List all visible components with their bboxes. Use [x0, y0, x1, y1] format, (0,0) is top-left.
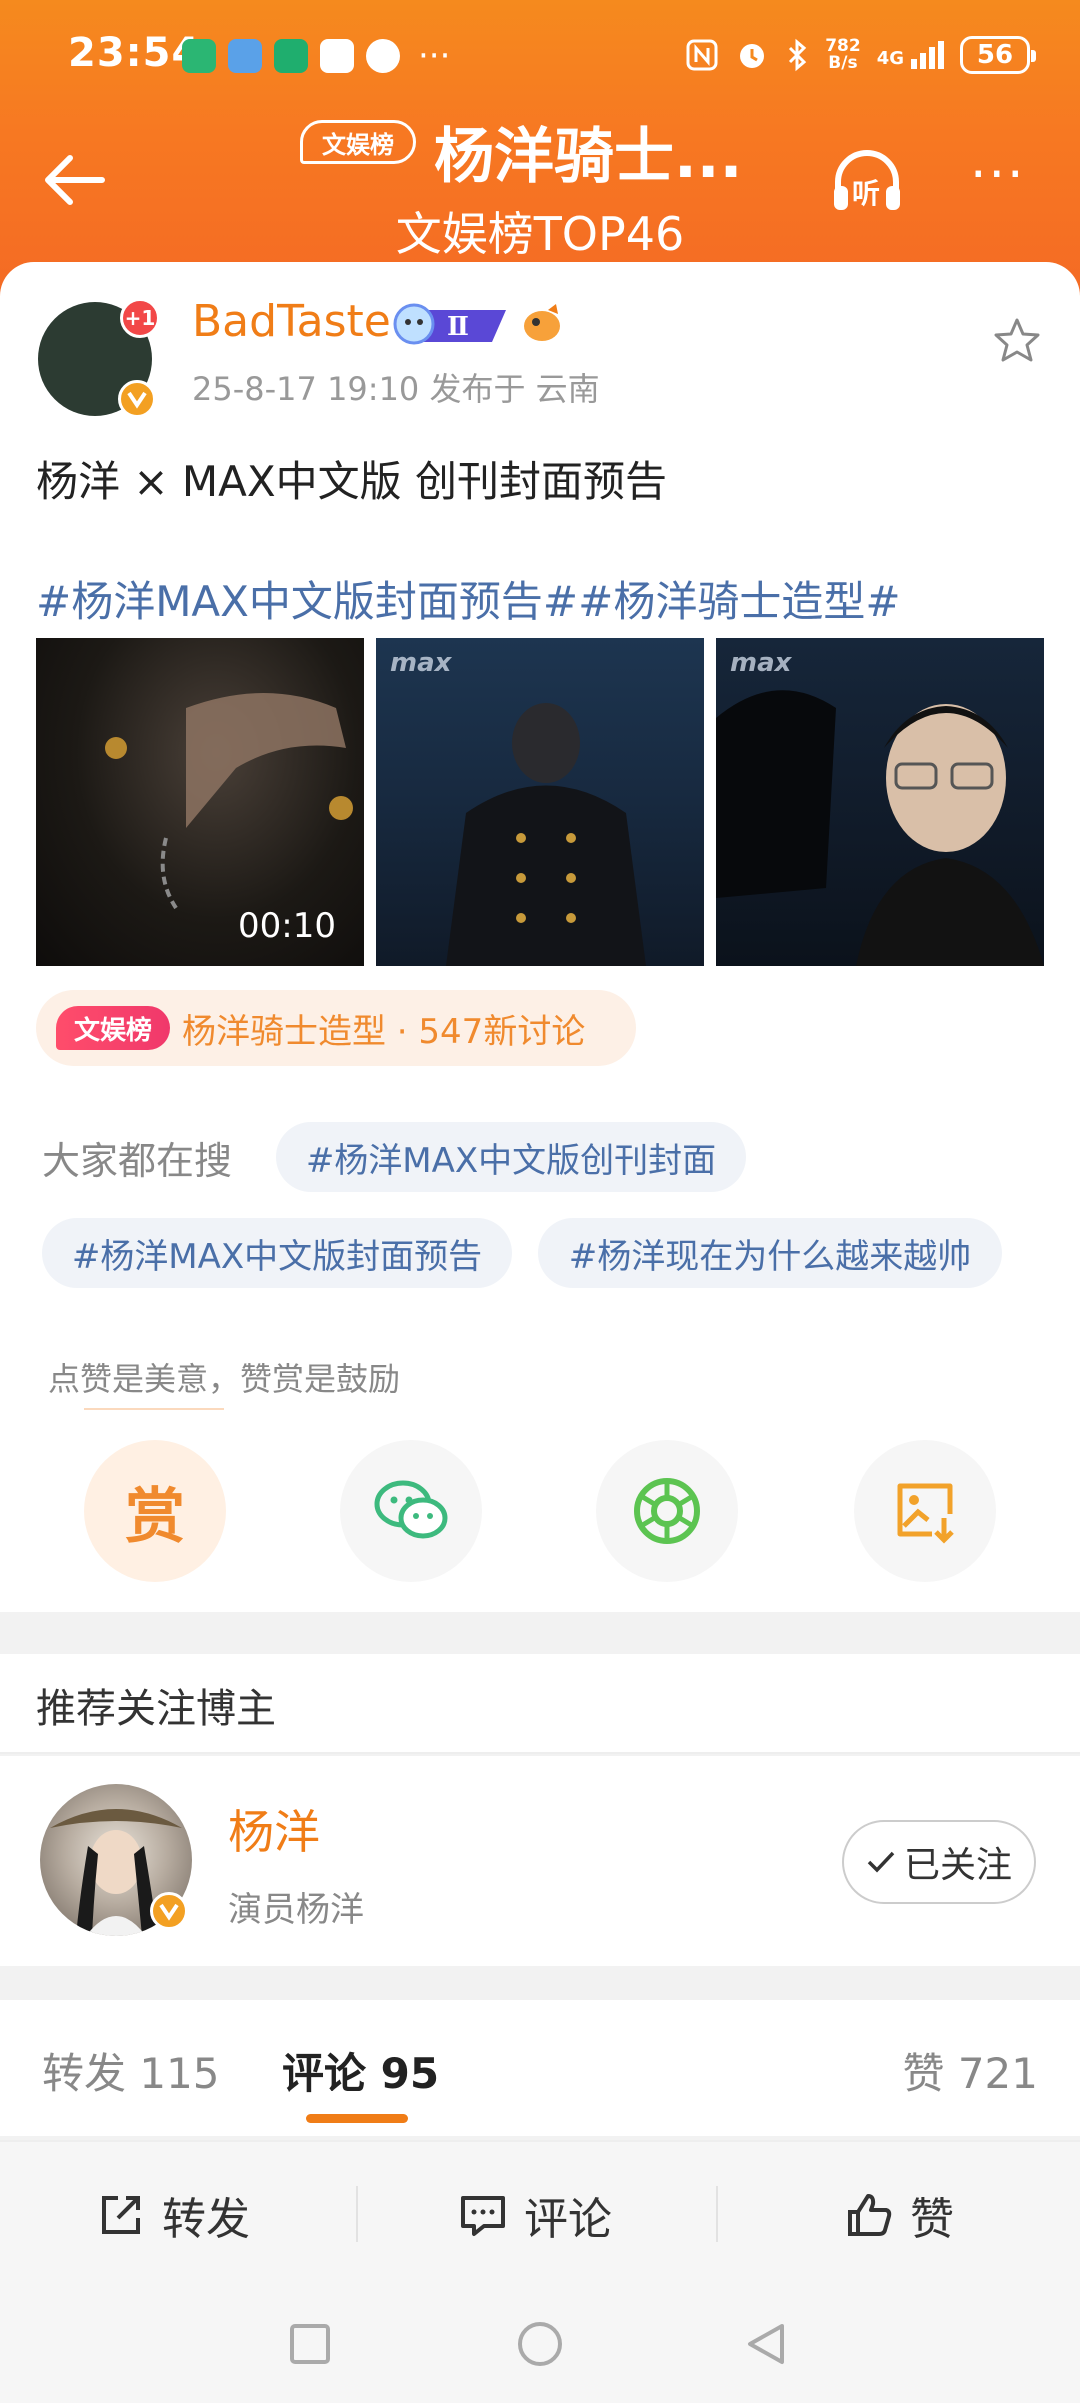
tab-like[interactable]: 赞 721	[902, 2040, 1038, 2101]
recent-apps-icon[interactable]	[288, 2322, 332, 2366]
more-options-icon[interactable]: ···	[970, 149, 1040, 201]
post-hashtags[interactable]: #杨洋MAX中文版封面预告##杨洋骑士造型#	[36, 568, 901, 629]
followed-button[interactable]: 已关注	[842, 1820, 1036, 1904]
check-icon	[867, 1851, 895, 1873]
post-image-2[interactable]: max	[376, 638, 704, 966]
search-label: 大家都在搜	[42, 1139, 233, 1183]
signal-icon: 4G	[877, 41, 944, 69]
notification-badge: +1	[120, 298, 160, 338]
video-duration: 00:10	[238, 906, 336, 946]
repost-label: 转发	[162, 2194, 250, 2245]
wechat-icon	[374, 1480, 448, 1539]
topic-text: 杨洋骑士造型 · 547新讨论	[182, 1011, 586, 1052]
portrait-illustration	[716, 690, 1044, 966]
reward-label: 赏	[125, 1481, 185, 1552]
moments-aperture-icon	[634, 1478, 700, 1544]
verified-icon	[118, 380, 156, 418]
save-image-icon	[897, 1483, 954, 1544]
fish-emoji-icon	[524, 304, 560, 341]
page-subtitle[interactable]: 文娱榜TOP46	[0, 198, 1080, 264]
system-icons: 782 B/s 4G 56	[685, 30, 1036, 80]
back-nav-icon[interactable]	[744, 2322, 788, 2366]
max-logo: max	[390, 648, 452, 678]
blogger-description: 演员杨洋	[228, 1890, 364, 1930]
verified-icon	[150, 1892, 188, 1930]
app-icon-camera	[320, 39, 354, 73]
reward-hint: 点赞是美意，赞赏是鼓励	[48, 1360, 401, 1398]
active-tab-indicator	[306, 2114, 408, 2123]
share-moments-button[interactable]	[596, 1440, 738, 1582]
status-bar: 23:54 ··· 782 B/s 4G 56	[0, 0, 1080, 110]
listen-label: 听	[852, 177, 881, 210]
search-chip[interactable]: #杨洋MAX中文版封面预告	[42, 1218, 512, 1288]
like-label: 赞	[910, 2194, 954, 2245]
thumbs-up-icon	[848, 2194, 892, 2236]
comment-icon	[461, 2196, 505, 2236]
alarm-icon	[740, 44, 765, 68]
notification-icons: ···	[182, 36, 450, 76]
reward-button[interactable]: 赏	[84, 1440, 226, 1582]
hint-divider	[84, 1408, 224, 1410]
share-wechat-button[interactable]	[340, 1440, 482, 1582]
bluetooth-icon	[789, 38, 807, 72]
tab-comment[interactable]: 评论 95	[282, 2040, 439, 2101]
comment-label: 评论	[524, 2194, 612, 2245]
weibo-icon	[366, 39, 400, 73]
post-image-3[interactable]: max	[716, 638, 1044, 966]
repost-button[interactable]: 转发	[96, 2180, 250, 2250]
recommend-title: 推荐关注博主	[36, 1686, 276, 1732]
wenyu-rank-badge: 文娱榜	[300, 120, 416, 164]
figure-illustration	[446, 703, 646, 966]
favorite-star-icon[interactable]	[992, 316, 1042, 366]
listen-button[interactable]: 听	[830, 146, 904, 216]
like-button[interactable]: 赞	[844, 2180, 954, 2250]
search-chip[interactable]: #杨洋MAX中文版创刊封面	[276, 1122, 746, 1192]
follow-label: 已关注	[903, 1845, 1012, 1886]
action-divider	[356, 2186, 358, 2242]
tab-repost[interactable]: 转发 115	[42, 2040, 220, 2101]
nfc-icon	[686, 39, 718, 71]
app-icon-sports	[182, 39, 216, 73]
wenyu-rank-tag: 文娱榜	[56, 1006, 170, 1050]
comment-button[interactable]: 评论	[458, 2180, 612, 2250]
post-meta: 25-8-17 19:10 发布于 云南	[192, 370, 600, 408]
search-chip[interactable]: #杨洋现在为什么越来越帅	[538, 1218, 1002, 1288]
page-title: 杨洋骑士...	[434, 122, 743, 192]
member-level-icon: Ⅱ	[393, 303, 506, 345]
status-time: 23:54	[68, 30, 201, 76]
repost-icon	[102, 2196, 140, 2234]
post-text: 杨洋 × MAX中文版 创刊封面预告	[36, 457, 667, 506]
app-icon-sports-2	[274, 39, 308, 73]
author-name[interactable]: BadTaste	[192, 296, 391, 347]
save-image-button[interactable]	[854, 1440, 996, 1582]
blogger-name[interactable]: 杨洋	[228, 1796, 320, 1862]
post-video-thumbnail[interactable]: 00:10	[36, 638, 364, 966]
network-speed: 782 B/s	[825, 36, 861, 73]
max-logo: max	[730, 648, 792, 678]
battery-icon: 56	[960, 36, 1036, 74]
topic-pill[interactable]: 文娱榜 杨洋骑士造型 · 547新讨论	[36, 990, 636, 1066]
home-icon[interactable]	[516, 2320, 564, 2368]
action-divider	[716, 2186, 718, 2242]
app-icon-game	[228, 39, 262, 73]
level-numeral: Ⅱ	[447, 312, 469, 342]
more-notifications-icon: ···	[418, 36, 451, 76]
